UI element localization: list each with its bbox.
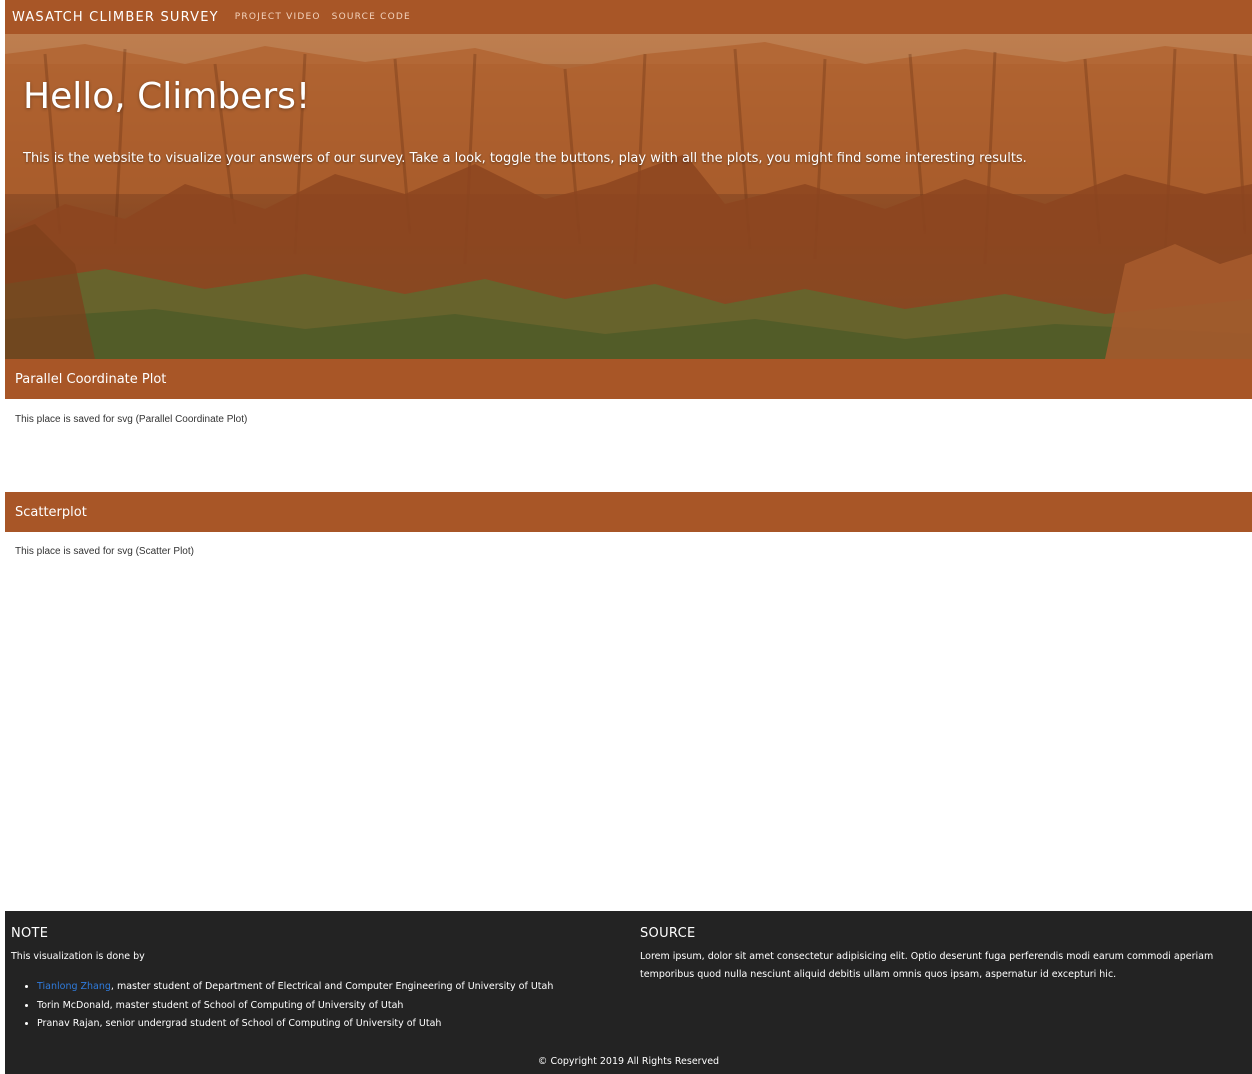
nav-link-source-code[interactable]: SOURCE CODE <box>332 12 411 22</box>
section-title: Scatterplot <box>15 504 87 520</box>
note-intro: This visualization is done by <box>11 951 145 962</box>
list-item: Pranav Rajan, senior undergrad student o… <box>37 1015 553 1034</box>
source-heading: SOURCE <box>640 926 696 941</box>
footer: NOTE This visualization is done by Tianl… <box>5 911 1252 1074</box>
note-heading: NOTE <box>11 926 49 941</box>
top-navbar: WASATCH CLIMBER SURVEY PROJECT VIDEO SOU… <box>5 0 1252 34</box>
list-item: Tianlong Zhang, master student of Depart… <box>37 978 553 997</box>
source-text: Lorem ipsum, dolor sit amet consectetur … <box>640 951 1214 980</box>
copyright: © Copyright 2019 All Rights Reserved <box>537 1056 720 1067</box>
hero-title: Hello, Climbers! <box>23 76 311 117</box>
nav-link-project-video[interactable]: PROJECT VIDEO <box>235 12 321 22</box>
section-title: Parallel Coordinate Plot <box>15 371 167 387</box>
section-header-scatterplot: Scatterplot <box>5 492 1252 532</box>
list-item: Torin McDonald, master student of School… <box>37 997 553 1016</box>
contributor-list: Tianlong Zhang, master student of Depart… <box>37 978 553 1034</box>
brand-link[interactable]: WASATCH CLIMBER SURVEY <box>12 10 219 25</box>
hero-subtitle: This is the website to visualize your an… <box>23 151 1027 166</box>
hero-banner: Hello, Climbers! This is the website to … <box>5 34 1252 359</box>
contributor-link[interactable]: Tianlong Zhang <box>37 981 111 992</box>
page: WASATCH CLIMBER SURVEY PROJECT VIDEO SOU… <box>5 0 1252 1074</box>
parallel-coordinate-placeholder: This place is saved for svg (Parallel Co… <box>15 414 248 425</box>
section-header-parallel-coordinate: Parallel Coordinate Plot <box>5 359 1252 399</box>
scatterplot-placeholder: This place is saved for svg (Scatter Plo… <box>15 546 194 557</box>
